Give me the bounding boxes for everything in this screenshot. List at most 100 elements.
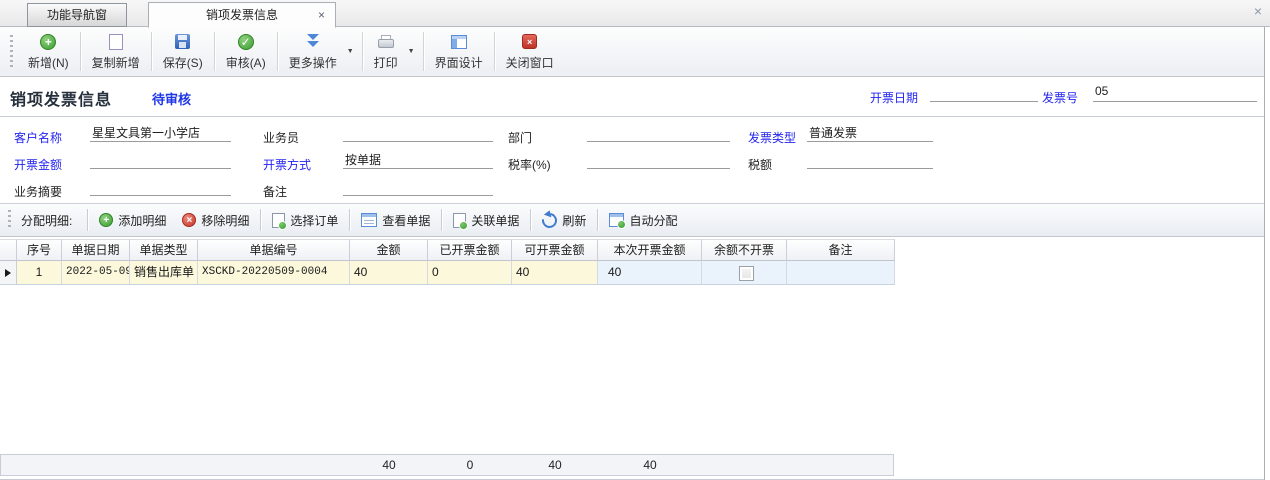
summary-amount: 40 xyxy=(350,458,428,472)
tax-rate-label: 税率(%) xyxy=(508,156,551,173)
column-header-available[interactable]: 可开票金额 xyxy=(512,239,598,261)
more-actions-dropdown-arrow[interactable]: ▼ xyxy=(346,27,360,76)
cell-available: 40 xyxy=(512,261,598,285)
column-header-seq[interactable]: 序号 xyxy=(17,239,62,261)
tab-function-navigation[interactable]: 功能导航窗 xyxy=(27,3,127,27)
add-detail-button[interactable]: + 添加明细 xyxy=(91,208,174,233)
copy-icon xyxy=(109,34,123,50)
toolbar-grip-handle[interactable] xyxy=(10,35,13,68)
table-row[interactable]: 1 2022-05-09 销售出库单 XSCKD-20220509-0004 4… xyxy=(0,261,895,285)
page-title: 销项发票信息 xyxy=(10,86,112,110)
remark-field[interactable] xyxy=(343,178,493,196)
audit-button[interactable]: ✓ 审核(A) xyxy=(217,27,275,76)
invoice-no-label: 发票号 xyxy=(1042,89,1078,106)
view-document-icon xyxy=(361,213,377,227)
column-header-doc-date[interactable]: 单据日期 xyxy=(62,239,130,261)
row-indicator xyxy=(0,261,17,285)
toolbar-separator xyxy=(423,32,424,71)
toolbar-separator xyxy=(362,32,363,71)
salesman-field[interactable] xyxy=(343,124,493,142)
new-button[interactable]: + 新增(N) xyxy=(19,27,78,76)
row-indicator-header xyxy=(0,239,17,261)
invoice-date-label: 开票日期 xyxy=(870,89,918,106)
remove-detail-button[interactable]: × 移除明细 xyxy=(174,208,257,233)
tab-sales-invoice-info[interactable]: 销项发票信息 × xyxy=(148,2,336,28)
cell-remark[interactable] xyxy=(787,261,895,285)
summary-current: 40 xyxy=(598,458,702,472)
cell-doc-date: 2022-05-09 xyxy=(62,261,130,285)
detail-separator xyxy=(87,209,88,231)
toolbar-separator xyxy=(151,32,152,71)
grid-header-row: 序号 单据日期 单据类型 单据编号 金额 已开票金额 可开票金额 本次开票金额 … xyxy=(0,239,895,261)
sales-invoice-window: { "window": { "close_glyph": "×" }, "tab… xyxy=(0,0,1270,480)
cell-no-balance xyxy=(702,261,787,285)
invoice-method-field[interactable]: 按单据 xyxy=(343,151,493,169)
tab-label: 销项发票信息 xyxy=(206,8,278,22)
toolbar-separator xyxy=(494,32,495,71)
detail-separator xyxy=(530,209,531,231)
print-dropdown-arrow[interactable]: ▼ xyxy=(407,27,421,76)
print-button[interactable]: 打印 xyxy=(365,27,407,76)
current-row-arrow-icon xyxy=(5,269,11,277)
double-chevron-down-icon xyxy=(305,33,321,50)
business-summary-label: 业务摘要 xyxy=(14,183,62,200)
ui-design-button[interactable]: 界面设计 xyxy=(426,27,492,76)
cell-invoiced: 0 xyxy=(428,261,512,285)
document-plus-icon xyxy=(272,213,285,228)
cell-current[interactable]: 40 xyxy=(598,261,702,285)
column-header-doc-no[interactable]: 单据编号 xyxy=(198,239,350,261)
refresh-icon xyxy=(539,210,560,231)
invoice-amount-label: 开票金额 xyxy=(14,156,62,173)
salesman-label: 业务员 xyxy=(263,129,299,146)
business-summary-field[interactable] xyxy=(90,178,231,196)
department-label: 部门 xyxy=(508,129,532,146)
department-field[interactable] xyxy=(587,124,730,142)
tax-rate-field[interactable] xyxy=(587,151,730,169)
column-header-no-balance[interactable]: 余额不开票 xyxy=(702,239,787,261)
refresh-button[interactable]: 刷新 xyxy=(534,208,594,233)
no-balance-checkbox[interactable] xyxy=(739,266,754,281)
column-header-remark[interactable]: 备注 xyxy=(787,239,895,261)
save-button[interactable]: 保存(S) xyxy=(154,27,212,76)
view-document-button[interactable]: 查看单据 xyxy=(353,208,438,233)
cell-doc-type: 销售出库单 xyxy=(130,261,198,285)
remove-icon: × xyxy=(182,213,196,227)
toolbar-separator xyxy=(80,32,81,71)
link-document-button[interactable]: 关联单据 xyxy=(445,208,527,233)
close-icon: × xyxy=(522,34,537,49)
auto-assign-icon xyxy=(609,213,624,227)
toolbar-separator xyxy=(214,32,215,71)
column-header-invoiced[interactable]: 已开票金额 xyxy=(428,239,512,261)
select-order-button[interactable]: 选择订单 xyxy=(264,208,346,233)
detail-separator xyxy=(597,209,598,231)
copy-new-button[interactable]: 复制新增 xyxy=(83,27,149,76)
invoice-amount-field[interactable] xyxy=(90,151,231,169)
check-icon: ✓ xyxy=(238,34,254,50)
detail-toolbar: 分配明细: + 添加明细 × 移除明细 选择订单 查看单据 关联单据 刷新 自动… xyxy=(0,203,1265,237)
column-header-amount[interactable]: 金额 xyxy=(350,239,428,261)
main-toolbar: + 新增(N) 复制新增 保存(S) ✓ 审核(A) 更多操作 ▼ 打印 ▼ 界… xyxy=(0,27,1265,77)
tab-bar: 功能导航窗 销项发票信息 × × xyxy=(0,0,1270,27)
title-row: 销项发票信息 待审核 开票日期 发票号 05 xyxy=(0,77,1265,117)
summary-available: 40 xyxy=(512,458,598,472)
close-window-button[interactable]: × 关闭窗口 xyxy=(497,27,563,76)
invoice-type-field[interactable]: 普通发票 xyxy=(807,124,933,142)
plus-icon: + xyxy=(40,34,56,50)
column-header-current[interactable]: 本次开票金额 xyxy=(598,239,702,261)
cell-seq: 1 xyxy=(17,261,62,285)
auto-assign-button[interactable]: 自动分配 xyxy=(601,208,685,233)
invoice-date-field[interactable] xyxy=(930,84,1038,102)
plus-icon: + xyxy=(99,213,113,227)
column-header-doc-type[interactable]: 单据类型 xyxy=(130,239,198,261)
tax-amount-label: 税额 xyxy=(748,156,772,173)
more-actions-button[interactable]: 更多操作 xyxy=(280,27,346,76)
detail-separator xyxy=(349,209,350,231)
tab-close-icon[interactable]: × xyxy=(318,3,325,27)
invoice-no-field[interactable]: 05 xyxy=(1093,84,1257,102)
customer-field[interactable]: 星星文具第一小学店 xyxy=(90,124,231,142)
window-close-icon[interactable]: × xyxy=(1254,4,1262,18)
remark-label: 备注 xyxy=(263,183,287,200)
window-design-icon xyxy=(451,35,467,49)
tax-amount-field[interactable] xyxy=(807,151,933,169)
detail-toolbar-grip-handle[interactable] xyxy=(8,210,11,230)
